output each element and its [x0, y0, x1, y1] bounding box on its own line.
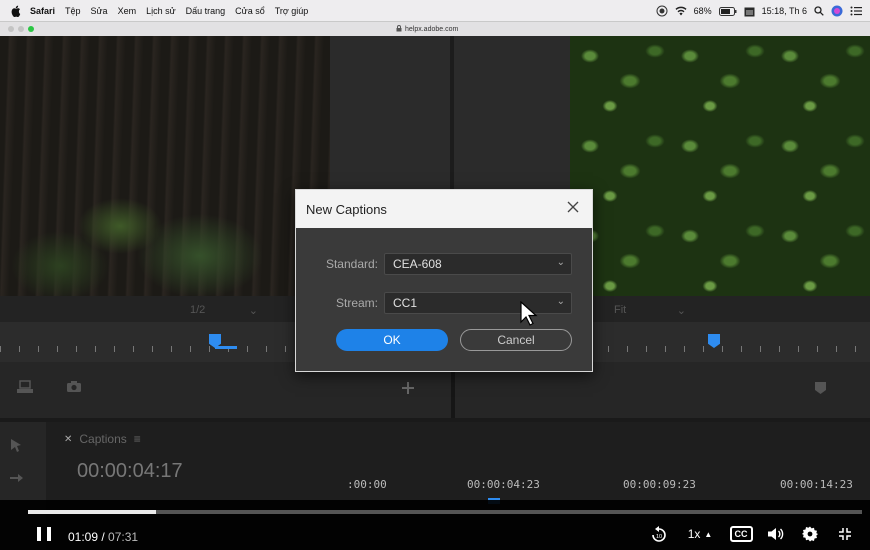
source-scale-value: 1/2 — [190, 304, 206, 316]
duration: 07:31 — [108, 530, 139, 544]
dialog-title: New Captions — [306, 202, 387, 217]
standard-label: Standard: — [325, 257, 378, 271]
timeline-label-2: 00:00:09:23 — [623, 478, 696, 491]
rewind-10-button[interactable]: 10 — [650, 524, 668, 544]
stream-label: Stream: — [335, 296, 378, 310]
progress-bar[interactable] — [28, 510, 862, 514]
menu-history[interactable]: Lịch sử — [146, 6, 176, 16]
menu-window[interactable]: Cửa sổ — [235, 6, 265, 16]
dialog-header: New Captions — [296, 190, 592, 228]
chevron-down-icon: ⌄ — [556, 257, 565, 268]
cancel-button[interactable]: Cancel — [460, 329, 572, 351]
rewind-seconds: 10 — [656, 534, 662, 540]
video-player-controls: 01:09 / 07:31 10 1x ▲ CC — [0, 500, 870, 550]
export-frame-icon[interactable] — [16, 380, 34, 394]
menubar-clock[interactable]: 15:18, Th 6 — [762, 6, 807, 16]
playback-speed-button[interactable]: 1x ▲ — [684, 524, 716, 544]
menu-file[interactable]: Tệp — [65, 6, 81, 16]
battery-percent: 68% — [693, 6, 712, 16]
marker-icon[interactable] — [815, 382, 826, 394]
lock-icon — [396, 24, 402, 34]
selection-tool-icon[interactable] — [10, 438, 22, 452]
minimize-window-icon[interactable] — [18, 26, 24, 32]
mouse-cursor-icon — [520, 300, 538, 327]
macos-menu-bar: Safari Tệp Sửa Xem Lịch sử Dấu trang Cửa… — [0, 0, 870, 22]
ok-button[interactable]: OK — [336, 329, 448, 351]
settings-gear-icon[interactable] — [800, 524, 820, 544]
timeline-label-3: 00:00:14:23 — [780, 478, 853, 491]
stream-value: CC1 — [393, 296, 418, 310]
menu-help[interactable]: Trợ giúp — [275, 6, 309, 16]
closed-captions-button[interactable]: CC — [729, 524, 753, 544]
time-separator: / — [98, 530, 109, 544]
menu-edit[interactable]: Sửa — [91, 6, 108, 16]
address-bar[interactable]: helpx.adobe.com — [396, 23, 458, 35]
status-area: 68% 15:18, Th 6 — [656, 0, 862, 22]
track-select-tool-icon[interactable] — [10, 472, 24, 484]
current-time: 01:09 — [68, 530, 99, 544]
battery-icon[interactable] — [718, 6, 737, 16]
standard-select[interactable]: CEA-608 ⌄ — [384, 253, 572, 275]
notification-center-icon[interactable] — [850, 6, 862, 16]
close-icon[interactable] — [564, 198, 582, 216]
new-captions-dialog: New Captions Standard: CEA-608 ⌄ Stream:… — [295, 189, 593, 372]
timeline-label-0: :00:00 — [347, 478, 387, 491]
timeline-timecode[interactable]: 00:00:04:17 — [77, 460, 183, 483]
menu-app-safari[interactable]: Safari — [30, 6, 55, 16]
captions-tab-label: Captions — [79, 432, 127, 446]
standard-value: CEA-608 — [393, 257, 442, 271]
program-fit-value: Fit — [614, 304, 627, 316]
timeline-label-1: 00:00:04:23 — [467, 478, 540, 491]
screen-record-icon[interactable] — [656, 5, 668, 17]
chevron-down-icon: ⌄ — [556, 296, 565, 307]
source-playhead-range — [215, 346, 237, 349]
pause-button[interactable] — [37, 527, 51, 543]
calendar-icon[interactable] — [744, 6, 755, 17]
tab-captions[interactable]: ✕ Captions ≡ — [64, 432, 141, 446]
apple-menu-icon[interactable] — [10, 5, 22, 17]
time-display: 01:09 / 07:31 — [68, 530, 138, 544]
menu-bookmarks[interactable]: Dấu trang — [186, 6, 226, 16]
wifi-icon[interactable] — [675, 6, 687, 16]
chevron-down-icon: ⌄ — [676, 304, 686, 317]
camera-icon[interactable] — [66, 380, 82, 393]
program-fit-select[interactable]: Fit ⌄ — [610, 302, 690, 318]
playback-speed-value: 1x — [687, 527, 701, 541]
close-window-icon[interactable] — [8, 26, 14, 32]
window-controls — [8, 26, 34, 32]
chevron-down-icon: ⌄ — [248, 304, 258, 317]
fullscreen-window-icon[interactable] — [28, 26, 34, 32]
tab-menu-icon[interactable]: ≡ — [134, 432, 141, 446]
url-text: helpx.adobe.com — [405, 25, 459, 33]
safari-toolbar: helpx.adobe.com — [0, 22, 870, 36]
add-button-icon[interactable] — [402, 382, 414, 394]
spotlight-search-icon[interactable] — [814, 6, 824, 16]
close-tab-icon[interactable]: ✕ — [64, 434, 72, 445]
volume-button[interactable] — [766, 524, 786, 544]
pause-icon-bar-left — [37, 527, 41, 541]
forest-footage-preview — [0, 36, 330, 296]
exit-fullscreen-icon[interactable] — [836, 524, 854, 544]
pause-icon-bar-right — [47, 527, 51, 541]
leaves-footage-preview — [570, 36, 870, 296]
caret-up-icon: ▲ — [704, 529, 713, 539]
progress-fill — [28, 510, 156, 514]
source-scale-select[interactable]: 1/2 ⌄ — [184, 302, 264, 318]
siri-icon[interactable] — [831, 5, 843, 17]
stream-select[interactable]: CC1 ⌄ — [384, 292, 572, 314]
closed-captions-icon: CC — [729, 526, 753, 542]
menu-view[interactable]: Xem — [118, 6, 137, 16]
